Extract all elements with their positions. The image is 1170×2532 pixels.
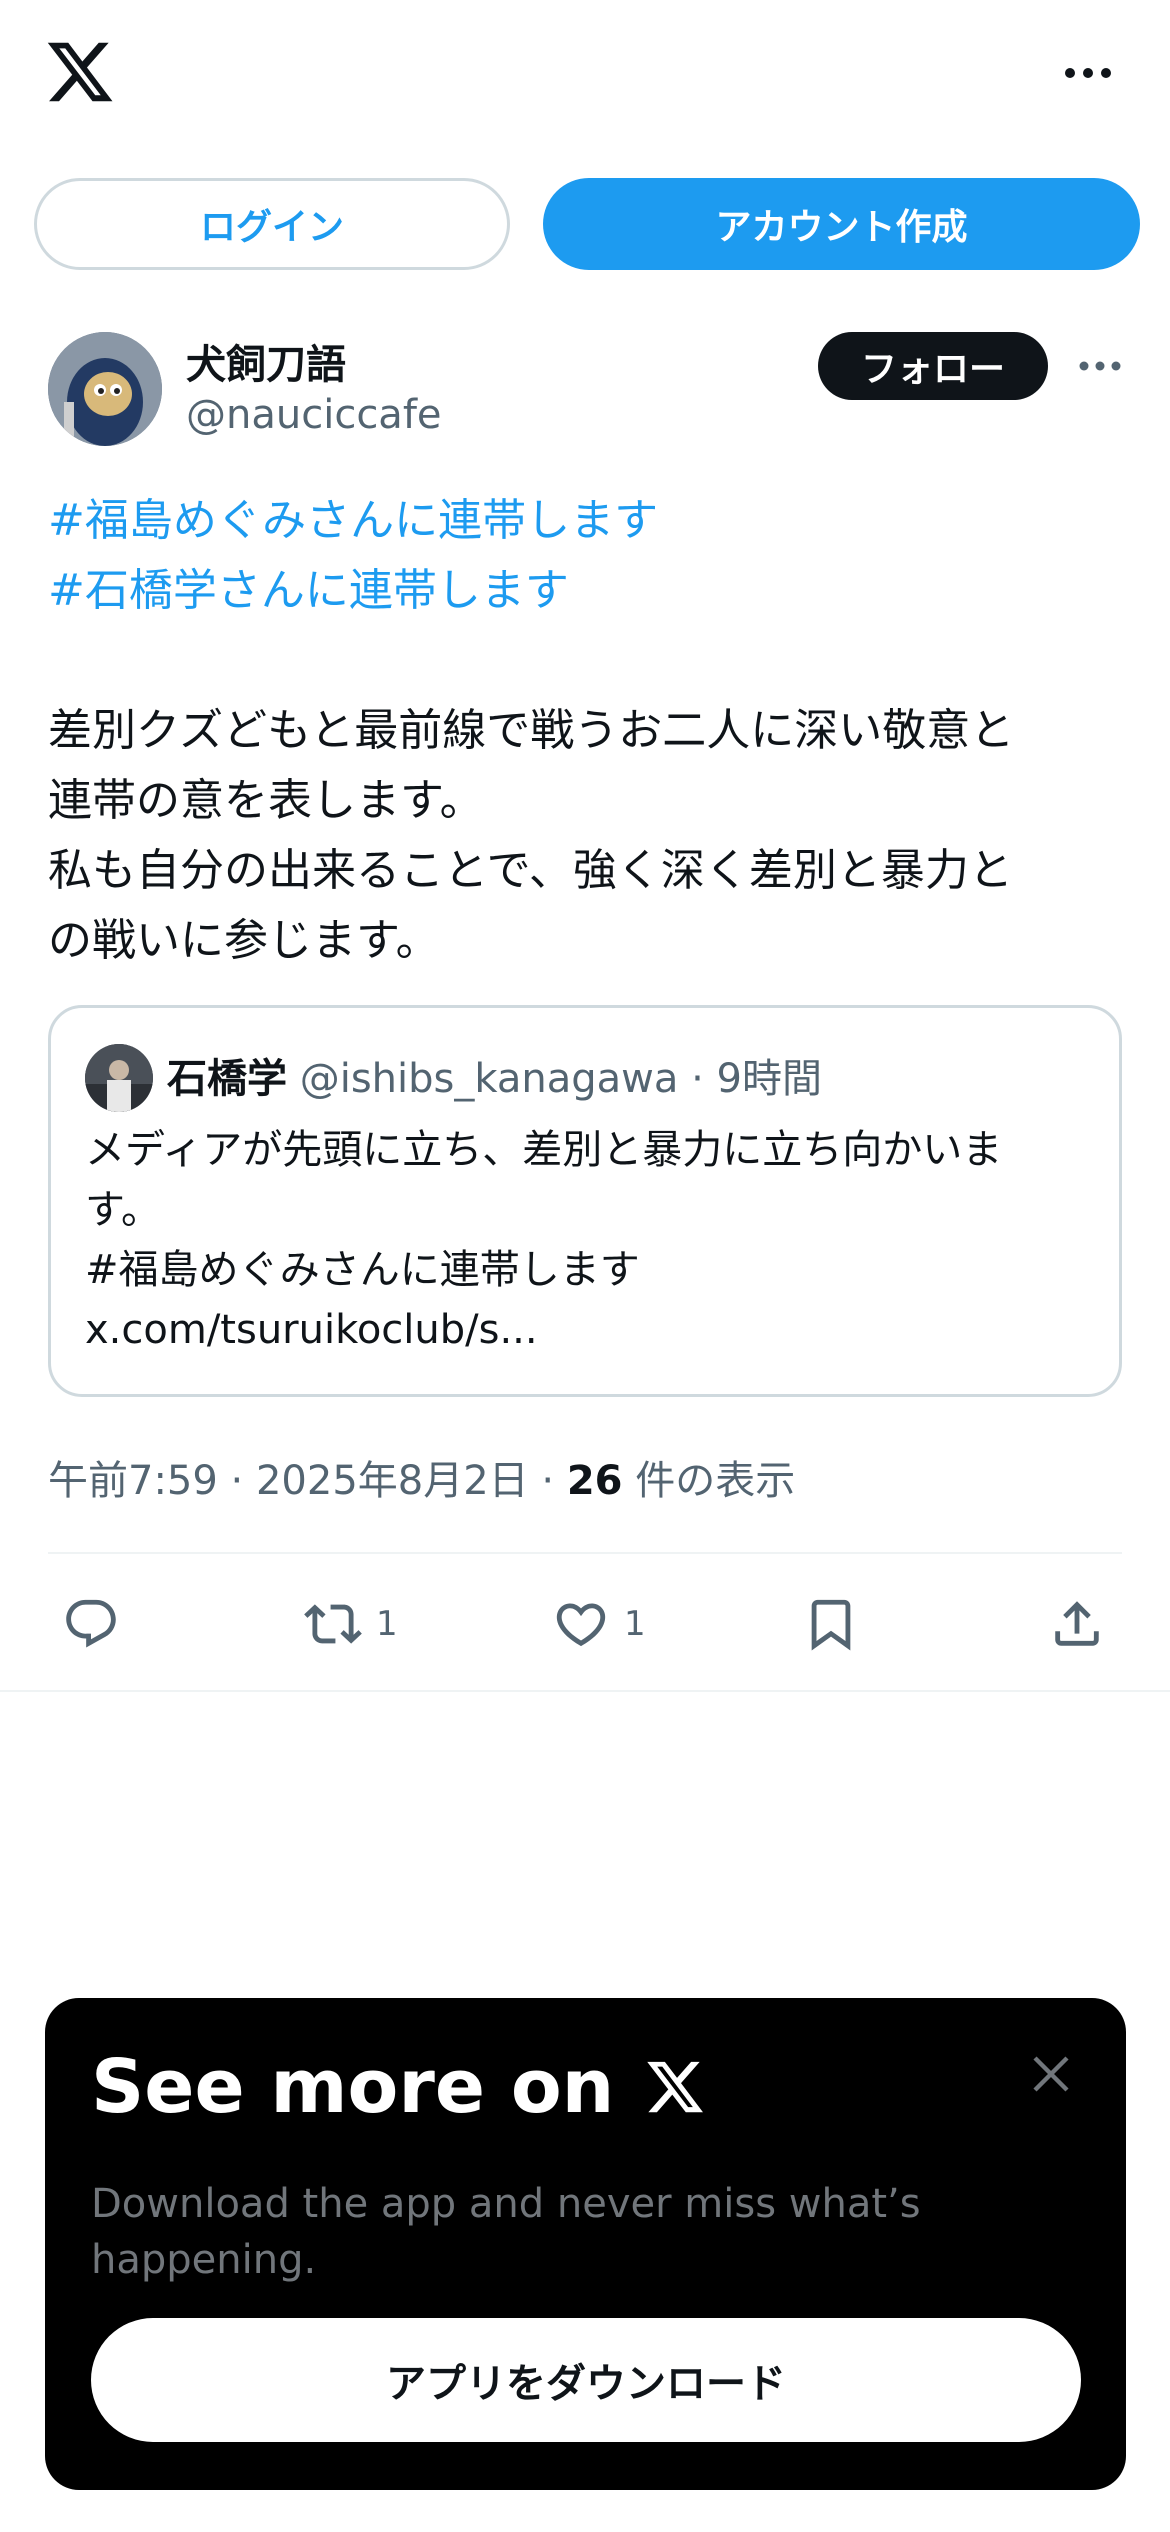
promo-title-text: See more on — [91, 2044, 615, 2130]
tweet-actions: 1 1 — [48, 1584, 1122, 1664]
reply-icon — [66, 1599, 116, 1648]
close-icon[interactable] — [1027, 2050, 1075, 2098]
quoted-text-line: #福島めぐみさんに連帯します — [85, 1247, 640, 1293]
top-bar — [0, 0, 1170, 150]
create-account-button[interactable]: アカウント作成 — [543, 178, 1140, 270]
bookmark-icon — [811, 1599, 851, 1651]
tweet-more-icon[interactable] — [1072, 346, 1128, 386]
x-logo-icon — [647, 2061, 704, 2113]
x-logo-icon[interactable] — [44, 36, 116, 108]
quoted-header: 石橋学 @ishibs_kanagawa · 9時間 — [167, 1046, 822, 1104]
promo-title: See more on — [91, 2044, 706, 2130]
like-count: 1 — [624, 1604, 646, 1644]
author-name[interactable]: 犬飼刀語 — [186, 332, 346, 390]
quoted-time: · 9時間 — [691, 1056, 822, 1102]
divider — [0, 1690, 1170, 1692]
download-app-button[interactable]: アプリをダウンロード — [91, 2318, 1081, 2442]
auth-buttons: ログイン アカウント作成 — [34, 178, 1140, 270]
bookmark-button[interactable] — [802, 1584, 860, 1664]
more-options-icon[interactable] — [1060, 50, 1116, 96]
tweet-header: 犬飼刀語 @nauciccafe フォロー — [48, 332, 1128, 452]
views-label: 件の表示 — [622, 1458, 796, 1504]
quoted-text-line: す。 — [85, 1187, 161, 1233]
tweet-text-line: 私も自分の出来ることで、強く深く差別と暴力と — [48, 845, 1013, 896]
quoted-avatar — [85, 1044, 153, 1112]
follow-button[interactable]: フォロー — [818, 332, 1048, 400]
tweet-text-line: 連帯の意を表します。 — [48, 775, 484, 826]
promo-subtitle: Download the app and never miss what’s h… — [91, 2181, 921, 2283]
quoted-tweet[interactable]: 石橋学 @ishibs_kanagawa · 9時間 メディアが先頭に立ち、差別… — [48, 1005, 1122, 1397]
heart-icon — [556, 1603, 606, 1647]
hashtag-link[interactable]: #石橋学さんに連帯します — [48, 556, 1128, 626]
views-count: 26 — [566, 1458, 623, 1504]
tweet-text-line: 差別クズどもと最前線で戦うお二人に深い敬意と — [48, 705, 1015, 756]
quoted-text-line: x.com/tsuruikoclub/s... — [85, 1307, 538, 1353]
tweet-meta: 午前7:59 · 2025年8月2日 · 26 件の表示 — [48, 1448, 795, 1506]
divider — [48, 1552, 1122, 1554]
quoted-text-line: メディアが先頭に立ち、差別と暴力に立ち向かいま — [85, 1127, 1003, 1173]
retweet-count: 1 — [376, 1604, 398, 1644]
share-button[interactable] — [1048, 1584, 1106, 1664]
tweet-text: #福島めぐみさんに連帯します #石橋学さんに連帯します 差別クズどもと最前線で戦… — [48, 486, 1128, 976]
retweet-button[interactable]: 1 — [304, 1584, 398, 1664]
tweet-timestamp[interactable]: 午前7:59 · 2025年8月2日 · — [48, 1458, 567, 1504]
share-icon — [1055, 1601, 1099, 1646]
app-promo-sheet: See more on Download the app and never m… — [45, 1998, 1126, 2490]
retweet-icon — [304, 1604, 362, 1644]
login-button[interactable]: ログイン — [34, 178, 510, 270]
avatar[interactable] — [48, 332, 162, 446]
quoted-name: 石橋学 — [167, 1056, 287, 1102]
tweet-text-line: の戦いに参じます。 — [48, 915, 440, 966]
reply-button[interactable] — [62, 1584, 134, 1664]
like-button[interactable]: 1 — [552, 1584, 646, 1664]
quoted-handle: @ishibs_kanagawa — [299, 1056, 679, 1102]
quoted-text: メディアが先頭に立ち、差別と暴力に立ち向かいま す。 #福島めぐみさんに連帯しま… — [85, 1120, 1085, 1360]
author-handle[interactable]: @nauciccafe — [186, 392, 442, 438]
hashtag-link[interactable]: #福島めぐみさんに連帯します — [48, 486, 1128, 556]
